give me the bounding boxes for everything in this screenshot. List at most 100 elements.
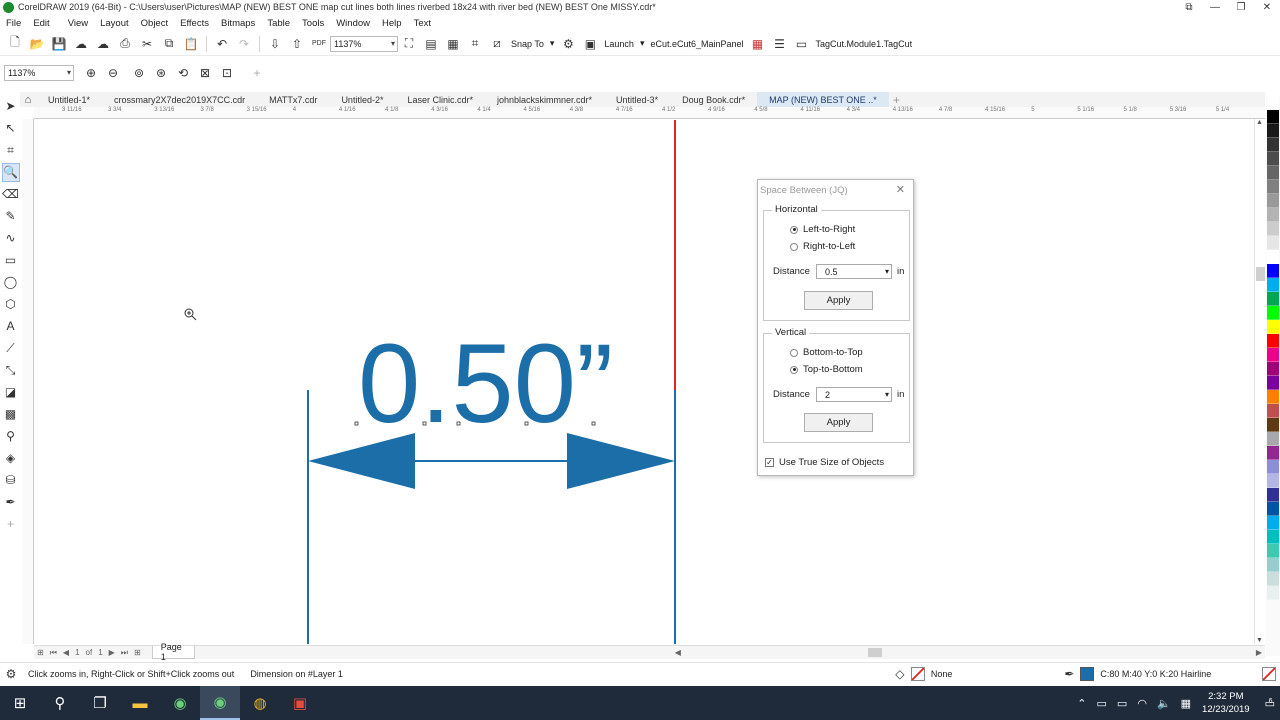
snap-to-dropdown[interactable]: Snap To	[511, 39, 544, 49]
zoom-level-select[interactable]: 1137% ▾	[330, 35, 398, 52]
color-swatch[interactable]	[1267, 264, 1279, 278]
tab-mattx7[interactable]: MATTx7.cdr	[257, 92, 329, 107]
drawing-canvas[interactable]: 0.50”	[35, 120, 1254, 644]
guidelines-icon[interactable]: ⌗	[466, 35, 484, 53]
zoom-levels-select[interactable]: 1137% ▾	[4, 65, 74, 81]
crop-tool-icon[interactable]: ⌗	[2, 141, 20, 160]
file-explorer-icon[interactable]: ▬	[120, 686, 160, 720]
launch-dropdown[interactable]: Launch	[604, 39, 634, 49]
clock[interactable]: 2:32 PM 12/23/2019	[1202, 690, 1250, 716]
zoom-in-icon[interactable]: ⊕	[82, 64, 100, 82]
ecut-panel-button[interactable]: eCut.eCut6_MainPanel	[650, 39, 743, 49]
vertical-scroll-thumb[interactable]	[1256, 267, 1265, 281]
color-swatch[interactable]	[1267, 488, 1279, 502]
zoom-tool-icon[interactable]: 🔍	[1, 162, 20, 182]
eyedropper-tool-icon[interactable]: ⚲	[2, 427, 20, 446]
scroll-up-icon[interactable]: ▲	[1256, 119, 1263, 126]
dropbox-icon[interactable]: ▭	[1097, 697, 1107, 710]
pick-tool-icon[interactable]: ➤	[2, 97, 20, 116]
color-swatch[interactable]	[1267, 124, 1279, 138]
color-swatch[interactable]	[1267, 376, 1279, 390]
chevron-down-icon[interactable]: ▾	[885, 390, 889, 399]
selection-handle[interactable]	[591, 421, 596, 426]
menu-edit[interactable]: Edit	[29, 18, 57, 29]
menu-file[interactable]: File	[2, 18, 29, 29]
color-swatch[interactable]	[1267, 446, 1279, 460]
color-swatch[interactable]	[1267, 278, 1279, 292]
vertical-apply-button[interactable]: Apply	[804, 413, 873, 432]
tab-crossmary[interactable]: crossmary2X7dec2019X7CC.cdr	[102, 92, 257, 107]
text-tool-icon[interactable]: A	[2, 317, 20, 336]
import-icon[interactable]: ⇩	[266, 35, 284, 53]
color-swatch[interactable]	[1267, 586, 1279, 600]
color-swatch[interactable]	[1267, 250, 1279, 264]
dimension-tool-icon[interactable]: ⟋	[2, 339, 20, 358]
tab-johnblackskimmner[interactable]: johnblackskimmner.cdr*	[485, 92, 604, 107]
color-swatch[interactable]	[1267, 432, 1279, 446]
task-view-icon[interactable]: ❐	[80, 686, 120, 720]
color-swatch[interactable]	[1267, 460, 1279, 474]
coreldraw-active-taskbar-icon[interactable]: ◉	[200, 686, 240, 720]
cut-icon[interactable]: ✂	[138, 35, 156, 53]
radio-button[interactable]	[790, 225, 798, 234]
scroll-right-icon[interactable]: ▶	[1256, 648, 1262, 657]
zoom-selected-icon[interactable]: ⊚	[130, 64, 148, 82]
undo-icon[interactable]: ↶	[213, 35, 231, 53]
battery-icon[interactable]: ▭	[1117, 697, 1127, 710]
open-icon[interactable]: 📂	[28, 35, 46, 53]
color-swatch[interactable]	[1267, 334, 1279, 348]
tab-untitled-2[interactable]: Untitled-2*	[329, 92, 395, 107]
export-icon[interactable]: ⇧	[288, 35, 306, 53]
connector-tool-icon[interactable]: ⤡	[2, 361, 20, 380]
redo-icon[interactable]: ↷	[235, 35, 253, 53]
no-fill-swatch[interactable]	[910, 666, 925, 681]
color-swatch[interactable]	[1267, 222, 1279, 236]
snap-icon[interactable]: ⧄	[488, 35, 506, 53]
options-gear-icon[interactable]: ⚙	[559, 35, 577, 53]
color-swatch[interactable]	[1267, 530, 1279, 544]
first-page-icon[interactable]: ⏮	[50, 648, 57, 658]
cloud-download-icon[interactable]: ☁	[94, 35, 112, 53]
scroll-left-icon[interactable]: ◀	[675, 648, 681, 657]
dimension-text[interactable]: 0.50”	[358, 321, 613, 446]
dialog-title[interactable]: Space Between (JQ) ✕	[758, 180, 913, 199]
selection-handle[interactable]	[354, 421, 359, 426]
menu-help[interactable]: Help	[378, 18, 410, 29]
color-swatch[interactable]	[1267, 558, 1279, 572]
color-proof-icon[interactable]	[1262, 666, 1276, 681]
menu-layout[interactable]: Layout	[96, 18, 137, 29]
color-swatch[interactable]	[1267, 194, 1279, 208]
color-swatch[interactable]	[1267, 180, 1279, 194]
menu-effects[interactable]: Effects	[176, 18, 217, 29]
radio-button[interactable]	[790, 365, 798, 374]
tab-untitled-1[interactable]: Untitled-1*	[36, 92, 102, 107]
outline-color-swatch[interactable]	[1080, 666, 1095, 681]
color-swatch[interactable]	[1267, 362, 1279, 376]
vertical-distance-input[interactable]: 2 ▾	[815, 387, 892, 402]
minimize-button[interactable]: —	[1202, 0, 1228, 14]
fill-bucket-icon[interactable]: ◇	[891, 665, 909, 683]
restore-help-icon[interactable]: ⧉	[1176, 0, 1202, 14]
new-document-icon[interactable]: 🗋	[6, 35, 24, 53]
tab-untitled-3[interactable]: Untitled-3*	[604, 92, 670, 107]
windows-start-icon[interactable]: ⊞	[0, 686, 40, 720]
rectangle-tool-icon[interactable]: ▭	[2, 251, 20, 270]
tab-laser-clinic[interactable]: Laser Clinic.cdr*	[395, 92, 485, 107]
menu-tools[interactable]: Tools	[298, 18, 332, 29]
tab-page-1[interactable]: Page 1	[151, 642, 195, 662]
zoom-width-icon[interactable]: ⊠	[196, 64, 214, 82]
keyboard-icon[interactable]: ▦	[1181, 697, 1191, 710]
grid-icon[interactable]: ▦	[444, 35, 462, 53]
color-swatch[interactable]	[1267, 292, 1279, 306]
menu-table[interactable]: Table	[263, 18, 298, 29]
horizontal-apply-button[interactable]: Apply	[804, 291, 873, 310]
selection-handle[interactable]	[524, 421, 529, 426]
add-tab-icon[interactable]: +	[889, 93, 900, 107]
radio-left-to-right[interactable]: Left-to-Right	[790, 224, 855, 235]
launch-icon[interactable]: ▣	[581, 35, 599, 53]
ellipse-tool-icon[interactable]: ◯	[2, 273, 20, 292]
add-tool-icon[interactable]: +	[2, 515, 20, 534]
artistic-media-icon[interactable]: ∿	[2, 229, 20, 248]
macro-table-icon[interactable]: ▭	[793, 35, 811, 53]
selection-handle[interactable]	[422, 421, 427, 426]
